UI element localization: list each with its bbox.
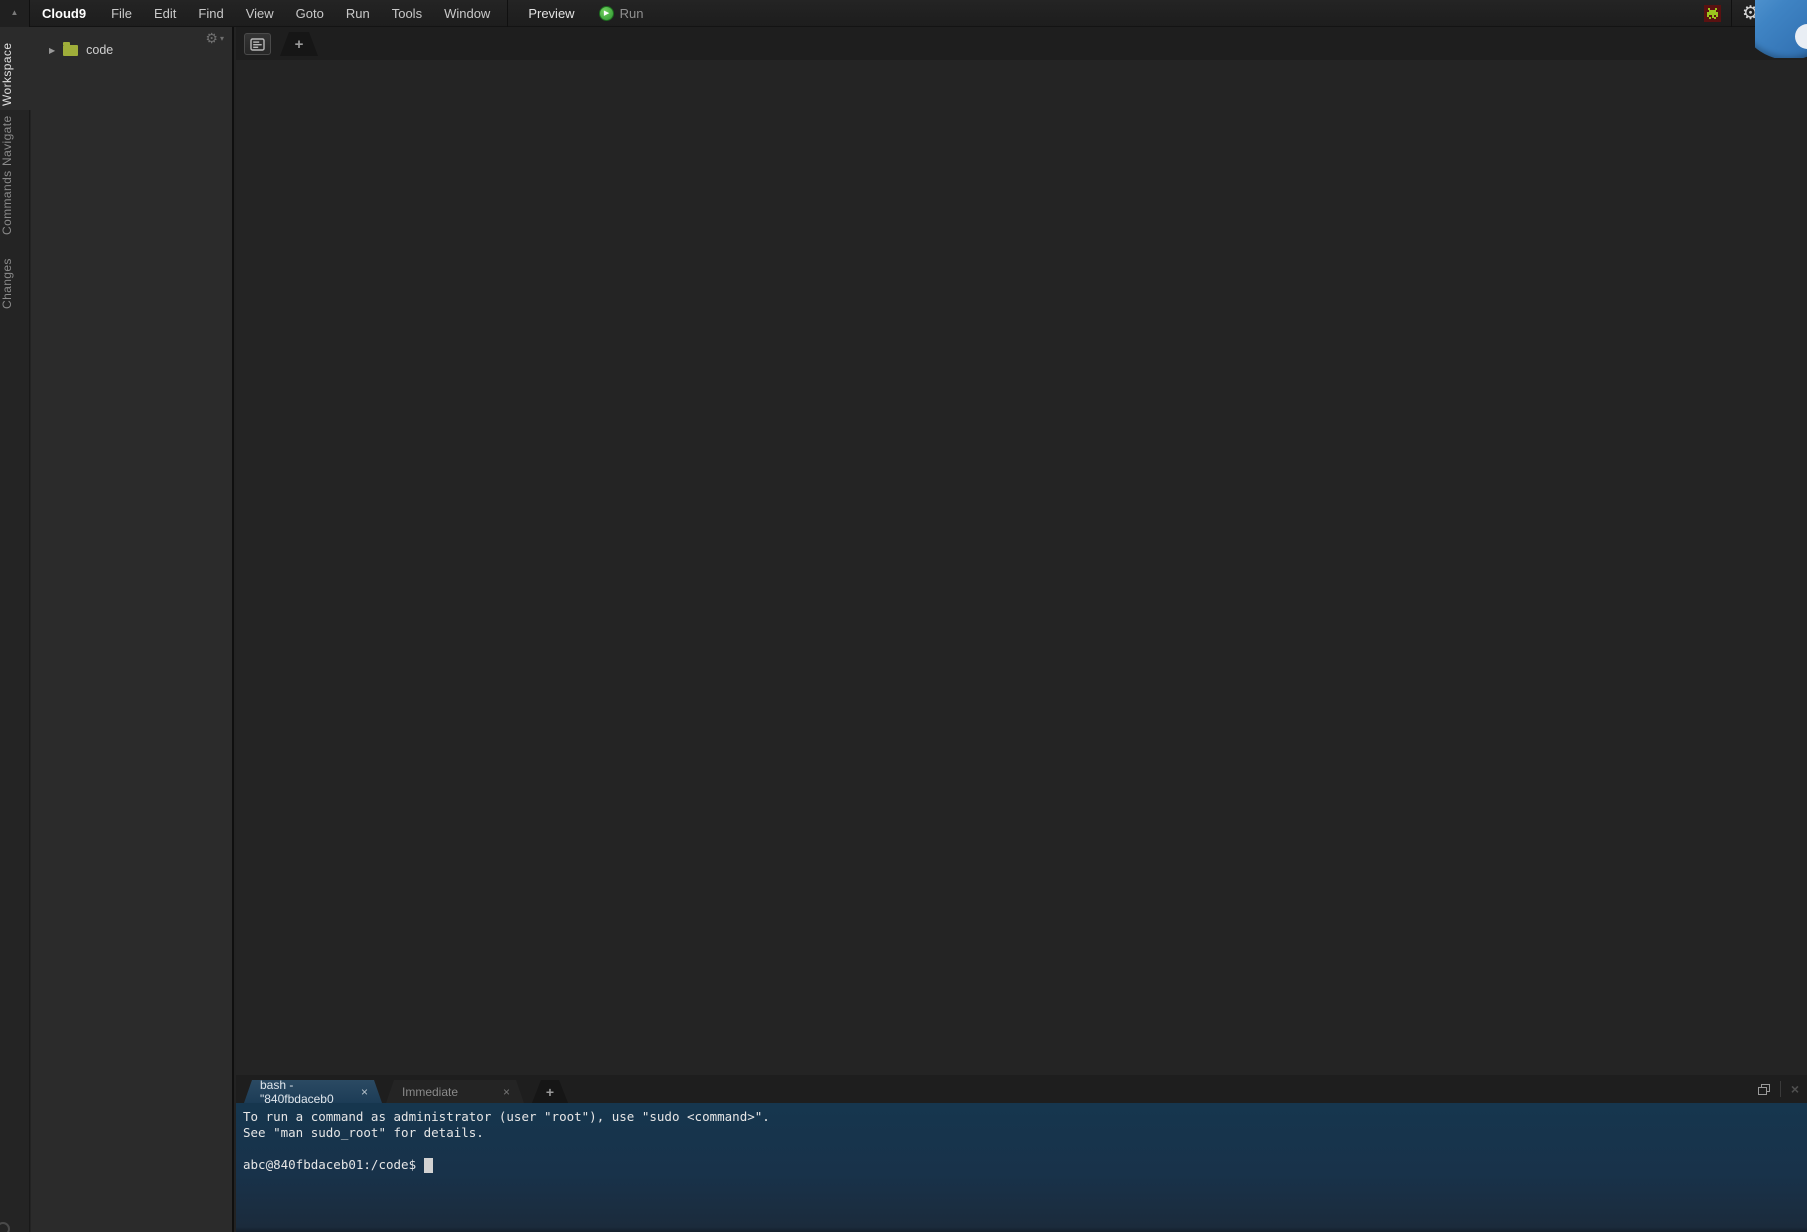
close-console-icon[interactable]: ×: [1791, 1081, 1799, 1097]
new-editor-tab-button[interactable]: +: [280, 32, 318, 56]
terminal-blank-line: [243, 1141, 1807, 1157]
console-tab-bar: bash - "840fbdaceb0 × Immediate × + ×: [236, 1075, 1807, 1103]
left-panel-tab-strip: Workspace Navigate Commands Changes: [0, 27, 30, 1232]
maximize-console-icon[interactable]: [1758, 1084, 1770, 1095]
editor-empty-content[interactable]: [236, 60, 1807, 1075]
sidebar-tab-navigate[interactable]: Navigate: [0, 115, 31, 167]
console-tab-immediate-label: Immediate: [402, 1085, 458, 1099]
folder-icon: [63, 45, 78, 56]
menubar-divider: [507, 0, 508, 27]
tree-row-code-folder[interactable]: ▶ code: [31, 40, 232, 60]
console-tab-bash-label: bash - "840fbdaceb0: [260, 1078, 353, 1106]
preview-button[interactable]: Preview: [514, 0, 588, 27]
disclosure-triangle-icon[interactable]: ▶: [49, 46, 55, 55]
run-play-icon: ▶: [599, 6, 614, 21]
open-files-list-button[interactable]: [244, 33, 271, 55]
bottom-left-corner-curve: [0, 1222, 10, 1232]
console-panel: bash - "840fbdaceb0 × Immediate × + × To…: [236, 1075, 1807, 1232]
sidebar-tab-commands[interactable]: Commands: [0, 175, 31, 235]
menu-tools[interactable]: Tools: [381, 0, 433, 27]
console-tab-immediate[interactable]: Immediate ×: [386, 1080, 524, 1103]
console-bar-controls: ×: [1758, 1075, 1799, 1103]
cloud9-corner-ribbon[interactable]: [1755, 0, 1807, 58]
menu-view[interactable]: View: [235, 0, 285, 27]
cloud9-ide-window: ▲ Cloud9 File Edit Find View Goto Run To…: [0, 0, 1807, 1232]
console-bar-divider: [1780, 1081, 1781, 1097]
menu-goto[interactable]: Goto: [285, 0, 335, 27]
sidebar-tab-workspace[interactable]: Workspace: [0, 35, 31, 113]
menu-file[interactable]: File: [100, 0, 143, 27]
restore-front-square: [1758, 1087, 1767, 1095]
terminal-prompt-row: abc@840fbdaceb01:/code$: [243, 1157, 1807, 1173]
tab-list-icon: [250, 38, 265, 51]
menu-edit[interactable]: Edit: [143, 0, 187, 27]
collapse-arrow-icon: ▲: [11, 9, 19, 17]
editor-tab-bar: +: [236, 27, 1807, 60]
menu-window[interactable]: Window: [433, 0, 501, 27]
close-icon[interactable]: ×: [361, 1085, 368, 1099]
run-button[interactable]: ▶ Run: [589, 6, 654, 21]
folder-name: code: [86, 43, 113, 57]
sidebar-tab-changes[interactable]: Changes: [0, 258, 31, 310]
console-tab-bash[interactable]: bash - "840fbdaceb0 ×: [244, 1080, 382, 1103]
collapse-menubar-button[interactable]: ▲: [0, 0, 30, 27]
terminal-cursor: [424, 1158, 433, 1173]
terminal-line: To run a command as administrator (user …: [243, 1109, 1807, 1125]
terminal-output[interactable]: To run a command as administrator (user …: [236, 1103, 1807, 1232]
close-icon[interactable]: ×: [503, 1085, 510, 1099]
editor-area: +: [236, 27, 1807, 1075]
workspace-file-tree-panel: ⚙ ▾ ▶ code: [31, 27, 234, 1232]
terminal-line: See "man sudo_root" for details.: [243, 1125, 1807, 1141]
menu-bar: ▲ Cloud9 File Edit Find View Goto Run To…: [0, 0, 1807, 27]
brand-cloud9-menu[interactable]: Cloud9: [30, 6, 100, 21]
menu-find[interactable]: Find: [187, 0, 234, 27]
new-console-tab-button[interactable]: +: [532, 1080, 568, 1103]
menubar-divider: [1731, 0, 1732, 27]
debug-bug-icon[interactable]: [1704, 5, 1721, 22]
terminal-prompt: abc@840fbdaceb01:/code$: [243, 1157, 416, 1173]
menu-run[interactable]: Run: [335, 0, 381, 27]
